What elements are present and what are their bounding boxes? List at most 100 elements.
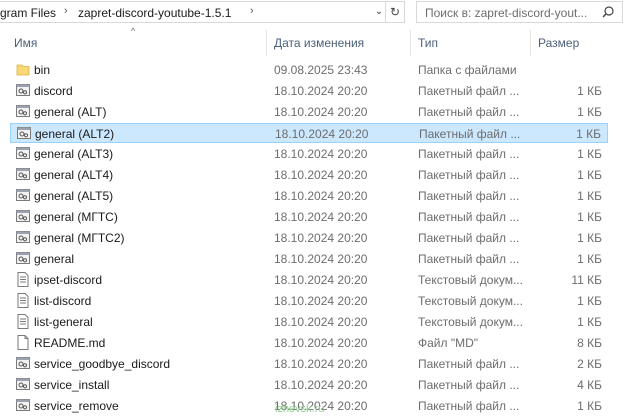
column-header-row: ^ Имя Дата изменения Тип Размер: [0, 26, 623, 56]
column-divider[interactable]: [266, 30, 267, 56]
batch-file-icon: [16, 251, 30, 266]
column-header-date[interactable]: Дата изменения: [274, 36, 364, 50]
file-row[interactable]: general 18.10.2024 20:20 Пакетный файл ...…: [10, 249, 608, 269]
file-size: 1 КБ: [577, 399, 602, 413]
file-row[interactable]: list-discord 18.10.2024 20:20 Текстовый до…: [10, 291, 608, 311]
file-row[interactable]: service_goodbye_discord 18.10.2024 20:20 П…: [10, 354, 608, 374]
blank-file-icon: [16, 335, 30, 350]
file-type: Пакетный файл ...: [418, 168, 520, 182]
batch-file-icon: [16, 83, 30, 98]
file-row[interactable]: general (МГТС) 18.10.2024 20:20 Пакетный ф…: [10, 207, 608, 227]
file-name: service_install: [34, 378, 110, 392]
batch-file-icon: [16, 188, 30, 203]
batch-file-icon: [16, 104, 30, 119]
breadcrumb-separator[interactable]: ›: [250, 5, 254, 17]
file-date: 18.10.2024 20:20: [274, 105, 368, 119]
file-date: 09.08.2025 23:43: [274, 63, 368, 77]
text-file-icon: [16, 272, 30, 287]
file-type: Пакетный файл ...: [418, 252, 520, 266]
file-row[interactable]: general (МГТС2) 18.10.2024 20:20 Пакетный …: [10, 228, 608, 248]
batch-file-icon: [16, 146, 30, 161]
file-name: general (МГТС): [34, 210, 118, 224]
breadcrumb-program-files[interactable]: gram Files: [0, 6, 56, 20]
column-divider[interactable]: [410, 30, 411, 56]
sort-ascending-icon: ^: [131, 26, 136, 36]
file-name: README.md: [34, 336, 106, 350]
column-header-type[interactable]: Тип: [418, 36, 438, 50]
file-row[interactable]: service_install 18.10.2024 20:20 Пакетный …: [10, 375, 608, 395]
file-date: 18.10.2024 20:20: [274, 189, 368, 203]
batch-file-icon: [16, 209, 30, 224]
file-name: list-discord: [34, 294, 92, 308]
file-size: 1 КБ: [576, 127, 601, 141]
watermark: izhevsk.ru: [275, 403, 325, 415]
file-date: 18.10.2024 20:20: [274, 252, 368, 266]
file-row[interactable]: bin 09.08.2025 23:43 Папка с файлами: [10, 60, 608, 80]
file-name: general (ALT4): [34, 168, 114, 182]
file-type: Текстовый докум...: [418, 315, 523, 329]
batch-file-icon: [16, 377, 30, 392]
file-date: 18.10.2024 20:20: [274, 147, 368, 161]
file-date: 18.10.2024 20:20: [274, 336, 368, 350]
file-type: Пакетный файл ...: [418, 84, 520, 98]
batch-file-icon: [17, 126, 31, 141]
address-dropdown-icon[interactable]: ⌄: [372, 6, 386, 20]
file-date: 18.10.2024 20:20: [274, 357, 368, 371]
column-divider[interactable]: [530, 30, 531, 56]
file-type: Пакетный файл ...: [418, 105, 520, 119]
file-name: general (ALT5): [34, 189, 114, 203]
column-header-name[interactable]: Имя: [14, 36, 37, 50]
file-row[interactable]: list-general 18.10.2024 20:20 Текстовый до…: [10, 312, 608, 332]
file-date: 18.10.2024 20:20: [274, 210, 368, 224]
file-name: general: [34, 252, 75, 266]
file-row[interactable]: discord 18.10.2024 20:20 Пакетный файл ...…: [10, 81, 608, 101]
file-type: Пакетный файл ...: [418, 189, 520, 203]
file-row[interactable]: general (ALT4) 18.10.2024 20:20 Пакетный ф…: [10, 165, 608, 185]
file-size: 1 КБ: [577, 84, 602, 98]
file-name: discord: [34, 84, 73, 98]
file-name: service_goodbye_discord: [34, 357, 171, 371]
file-size: 1 КБ: [577, 168, 602, 182]
column-header-size[interactable]: Размер: [538, 36, 579, 50]
file-size: 11 КБ: [571, 273, 602, 287]
file-size: 2 КБ: [577, 357, 602, 371]
file-row[interactable]: general (ALT3) 18.10.2024 20:20 Пакетный ф…: [10, 144, 608, 164]
file-row[interactable]: general (ALT5) 18.10.2024 20:20 Пакетный ф…: [10, 186, 608, 206]
file-type: Папка с файлами: [418, 63, 517, 77]
file-row[interactable]: general (ALT) 18.10.2024 20:20 Пакетный фа…: [10, 102, 608, 122]
file-date: 18.10.2024 20:20: [274, 273, 368, 287]
file-name: general (ALT3): [34, 147, 114, 161]
file-size: 1 КБ: [577, 147, 602, 161]
search-box[interactable]: Поиск в: zapret-discord-yout...: [416, 1, 623, 23]
file-type: Пакетный файл ...: [418, 147, 520, 161]
search-icon[interactable]: [602, 6, 614, 18]
file-name: list-general: [34, 315, 93, 329]
file-size: 1 КБ: [577, 210, 602, 224]
breadcrumb-separator[interactable]: ›: [64, 5, 68, 17]
file-date: 18.10.2024 20:20: [275, 127, 369, 141]
file-type: Файл "MD": [418, 336, 479, 350]
file-row[interactable]: general (ALT2) 18.10.2024 20:20 Пакетный ф…: [10, 123, 608, 143]
address-bar[interactable]: gram Files › zapret-discord-youtube-1.5.…: [0, 1, 405, 23]
file-size: 8 КБ: [577, 336, 602, 350]
file-type: Пакетный файл ...: [418, 378, 520, 392]
file-name: ipset-discord: [34, 273, 103, 287]
batch-file-icon: [16, 398, 30, 413]
file-name: general (МГТС2): [34, 231, 125, 245]
file-date: 18.10.2024 20:20: [274, 378, 368, 392]
file-type: Пакетный файл ...: [418, 231, 520, 245]
batch-file-icon: [16, 167, 30, 182]
folder-icon: [16, 62, 30, 77]
breadcrumb-current-folder[interactable]: zapret-discord-youtube-1.5.1: [78, 6, 231, 20]
scrollbar[interactable]: [608, 26, 623, 419]
file-size: 1 КБ: [577, 105, 602, 119]
file-row[interactable]: README.md 18.10.2024 20:20 Файл "MD" 8 КБ: [10, 333, 608, 353]
refresh-button[interactable]: ↻: [385, 1, 405, 23]
file-name: service_remove: [34, 399, 119, 413]
file-row[interactable]: ipset-discord 18.10.2024 20:20 Текстовый д…: [10, 270, 608, 290]
batch-file-icon: [16, 230, 30, 245]
search-input[interactable]: Поиск в: zapret-discord-yout...: [425, 6, 587, 20]
file-type: Пакетный файл ...: [418, 357, 520, 371]
file-size: 1 КБ: [577, 231, 602, 245]
file-type: Пакетный файл ...: [418, 399, 520, 413]
